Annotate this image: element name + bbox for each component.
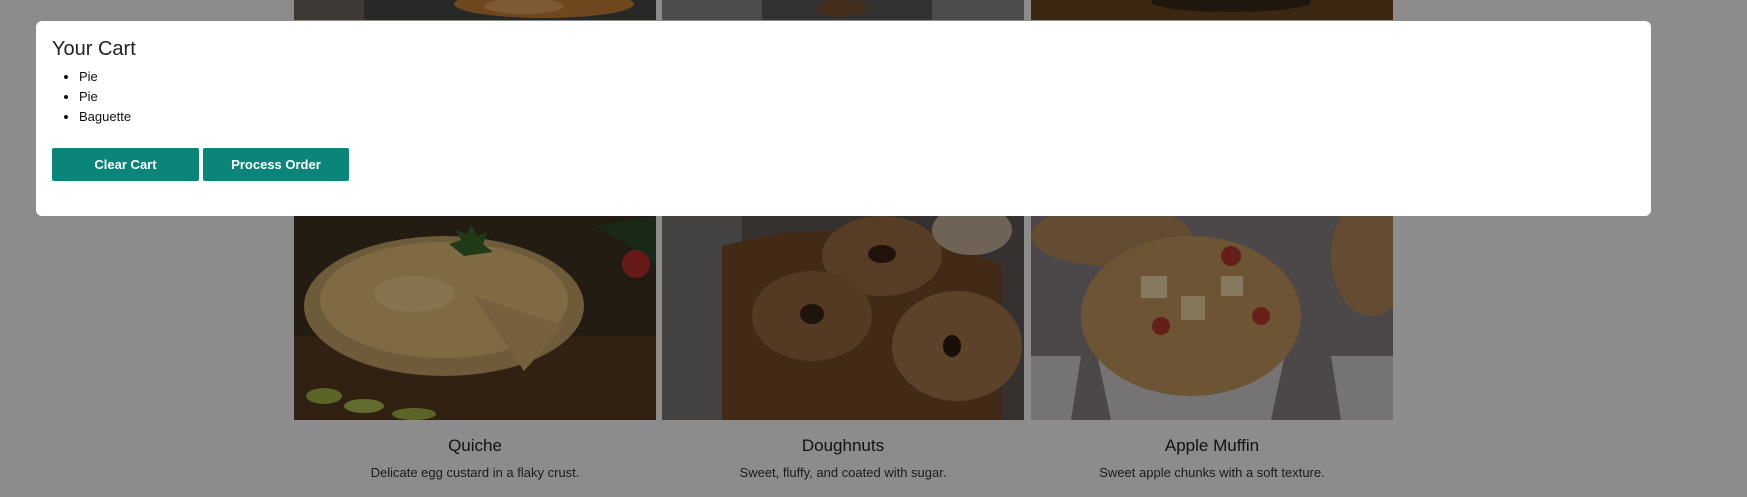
clear-cart-button[interactable]: Clear Cart xyxy=(52,148,199,181)
cart-title: Your Cart xyxy=(52,38,136,60)
cart-item-list: Pie Pie Baguette xyxy=(52,67,1635,127)
cart-modal: Your Cart Pie Pie Baguette Clear Cart Pr… xyxy=(36,21,1651,216)
page: Quiche Delicate egg custard in a flaky c… xyxy=(0,0,1747,497)
cart-item: Pie xyxy=(79,67,1635,87)
cart-item: Baguette xyxy=(79,107,1635,127)
cart-actions: Clear Cart Process Order xyxy=(52,148,349,181)
process-order-button[interactable]: Process Order xyxy=(203,148,349,181)
cart-item: Pie xyxy=(79,87,1635,107)
